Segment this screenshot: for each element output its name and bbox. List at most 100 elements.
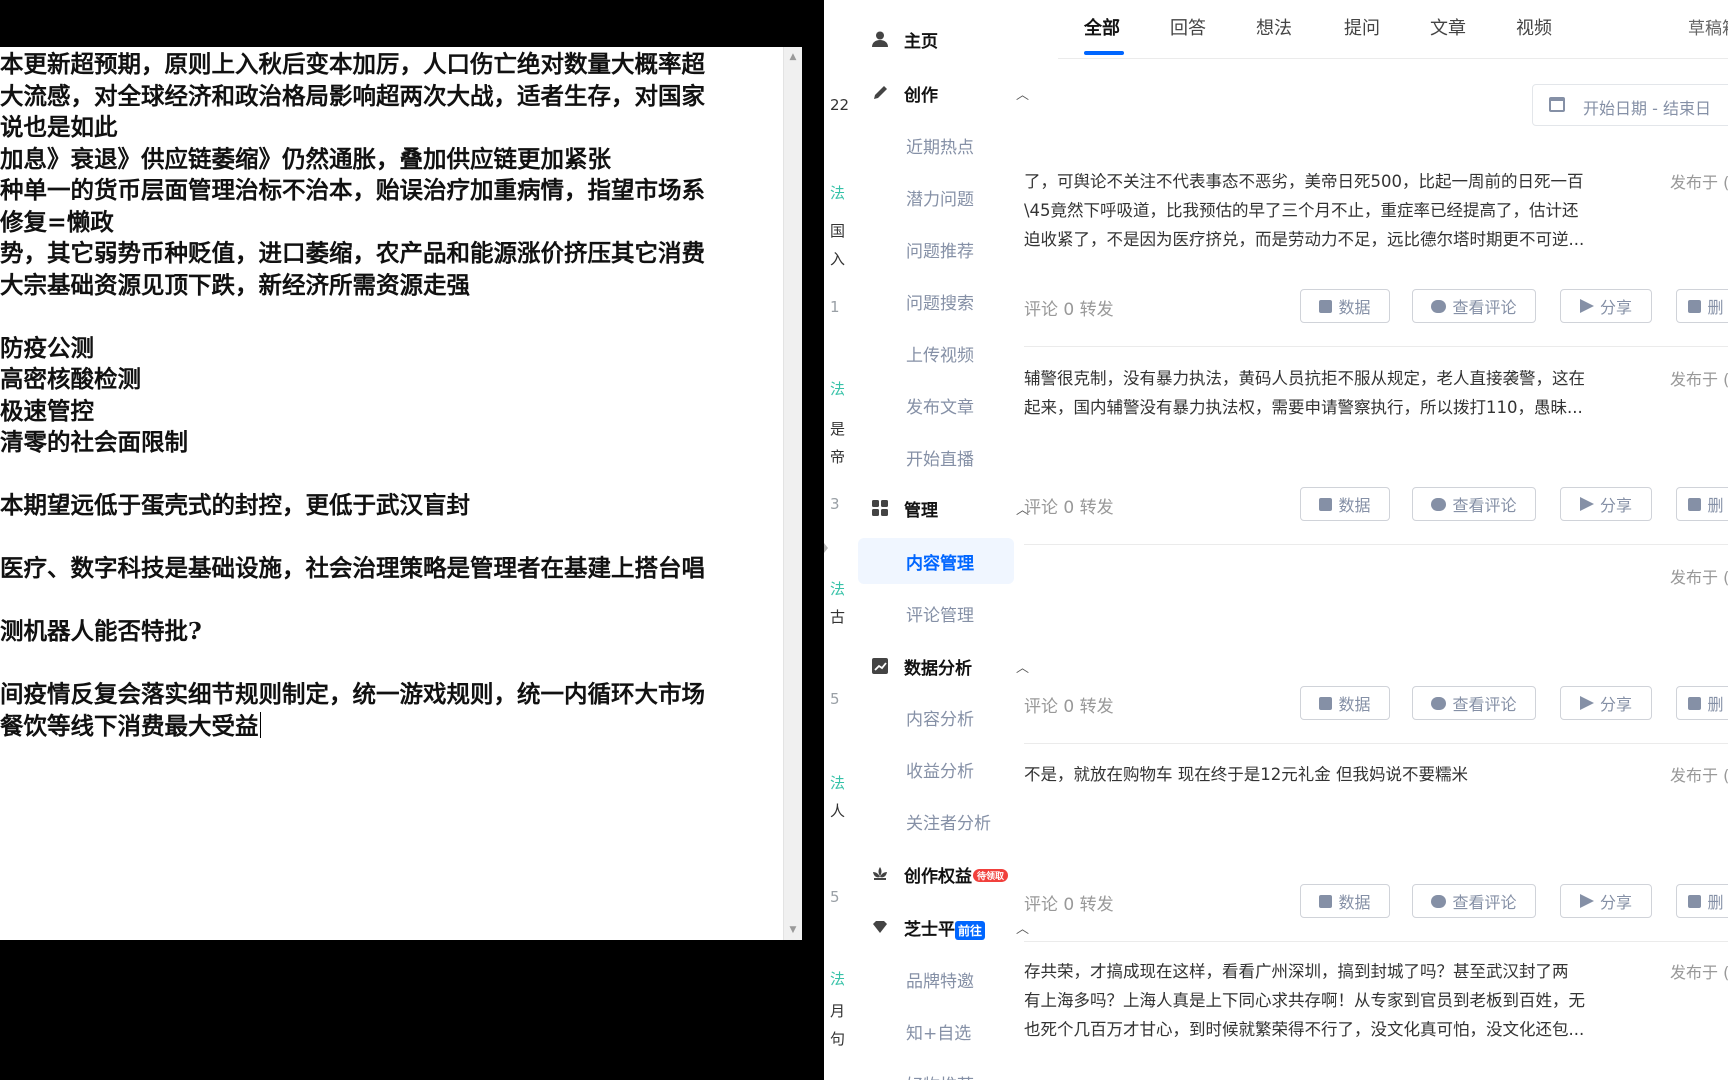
trash-icon — [1688, 299, 1702, 313]
timeline-marker: 国 — [830, 222, 846, 240]
tab[interactable]: 提问 — [1344, 14, 1380, 40]
sidebar-section-analytics[interactable]: 数据分析 ︿ — [856, 643, 1046, 689]
scroll-down-arrow-icon[interactable]: ▼ — [784, 922, 802, 938]
tab[interactable]: 视频 — [1516, 14, 1552, 40]
card-snippet-line[interactable]: 迫收紧了，不是因为医疗挤兑，而是劳动力不足，远比德尔塔时期更不可逆... — [1024, 225, 1624, 254]
card-snippet-line[interactable]: 也死个几百万才甘心，到时候就繁荣得不行了，没文化真可怕，没文化还包... — [1024, 1015, 1624, 1044]
sidebar-subitem[interactable]: 近期热点 — [856, 122, 1046, 168]
tab[interactable]: 全部 — [1084, 14, 1120, 40]
sidebar-subitem[interactable]: 上传视频 — [856, 330, 1046, 376]
share-button[interactable]: 分享 — [1560, 487, 1652, 521]
send-icon — [1579, 497, 1594, 511]
text-editor[interactable]: 本更新超预期，原则上入秋后变本加厉，人口伤亡绝对数量大概率超 大流感，对全球经济和… — [0, 47, 802, 940]
card-snippet-line[interactable]: \45竟然下呼吸道，比我预估的早了三个月不止，重症率已经提高了，估计还 — [1024, 196, 1624, 225]
chart-icon — [1319, 299, 1333, 313]
delete-button[interactable]: 删 — [1676, 686, 1728, 720]
tab[interactable]: 回答 — [1170, 14, 1206, 40]
sidebar-subitem[interactable]: 品牌特邀 — [856, 956, 1046, 1002]
sidebar-subitem-label: 收益分析 — [906, 761, 974, 782]
card-snippet-line[interactable]: 有上海多吗？上海人真是上下同心求共存啊！从专家到官员到老板到百姓，无 — [1024, 986, 1624, 1015]
sidebar-subitem-label: 关注者分析 — [906, 813, 991, 834]
sidebar-item-home[interactable]: 主页 — [856, 16, 1046, 62]
collapse-arrow-icon[interactable] — [824, 543, 828, 553]
view-comments-button[interactable]: 查看评论 — [1412, 686, 1536, 720]
sidebar-subitem[interactable]: 问题搜索 — [856, 278, 1046, 324]
share-button[interactable]: 分享 — [1560, 884, 1652, 918]
trash-icon — [1688, 894, 1702, 908]
rights-badge: 待领取 — [973, 868, 1009, 882]
editor-line: 本期望远低于蛋壳式的封控，更低于武汉盲封 — [0, 491, 470, 519]
sidebar-subitem[interactable]: 关注者分析 — [856, 798, 1046, 844]
sidebar-subitem[interactable]: 问题推荐 — [856, 226, 1046, 272]
diamond-icon — [870, 917, 890, 937]
timeline-marker: 法 — [830, 774, 846, 792]
chevron-up-icon[interactable]: ︿ — [1016, 918, 1029, 937]
sidebar-subitem[interactable]: 好物推荐 — [856, 1060, 1046, 1080]
data-button[interactable]: 数据 — [1300, 884, 1390, 918]
view-comments-button[interactable]: 查看评论 — [1412, 289, 1536, 323]
sidebar-subitem[interactable]: 潜力问题 — [856, 174, 1046, 220]
view-comments-button-label: 查看评论 — [1452, 496, 1517, 515]
card-divider — [1024, 544, 1728, 545]
delete-button[interactable]: 删 — [1676, 487, 1728, 521]
sidebar-subitem-label: 知+自选 — [906, 1023, 972, 1044]
card-snippet-line[interactable]: 起来，国内辅警没有暴力执法权，需要申请警察执行，所以拨打110，愚昧... — [1024, 393, 1624, 422]
share-button-label: 分享 — [1599, 496, 1632, 515]
delete-button[interactable]: 删 — [1676, 884, 1728, 918]
sidebar-subitem[interactable]: 发布文章 — [856, 382, 1046, 428]
sidebar-item-rights[interactable]: 创作权益 待领取 — [856, 851, 1046, 897]
sidebar-section-create[interactable]: 创作 ︿ — [856, 70, 1046, 116]
data-button[interactable]: 数据 — [1300, 686, 1390, 720]
card-divider — [1024, 346, 1728, 347]
share-button[interactable]: 分享 — [1560, 289, 1652, 323]
vertical-scrollbar[interactable]: ▲ ▼ — [783, 47, 802, 940]
date-range-picker[interactable]: 开始日期 - 结束日 — [1532, 84, 1728, 126]
card-snippet-line[interactable]: 了，可舆论不关注不代表事态不恶劣，美帝日死500，比起一周前的日死一百 — [1024, 167, 1624, 196]
sidebar-section-zhishi[interactable]: 芝士平 前往 ︿ — [856, 904, 1046, 950]
view-comments-button[interactable]: 查看评论 — [1412, 884, 1536, 918]
chevron-up-icon[interactable]: ︿ — [1016, 657, 1029, 676]
card-snippet-line[interactable]: 存共荣，才搞成现在这样，看看广州深圳，搞到封城了吗？甚至武汉封了两 — [1024, 957, 1624, 986]
data-button[interactable]: 数据 — [1300, 487, 1390, 521]
scroll-up-arrow-icon[interactable]: ▲ — [784, 49, 802, 65]
timeline-marker: 古 — [830, 608, 846, 626]
trash-icon — [1688, 696, 1702, 710]
data-button[interactable]: 数据 — [1300, 289, 1390, 323]
card-snippet-line[interactable]: 辅警很克制，没有暴力执法，黄码人员抗拒不服从规定，老人直接袭警，这在 — [1024, 364, 1624, 393]
share-button[interactable]: 分享 — [1560, 686, 1652, 720]
drafts-link[interactable]: 草稿箱（1） — [1688, 14, 1728, 39]
view-comments-button[interactable]: 查看评论 — [1412, 487, 1536, 521]
tab[interactable]: 想法 — [1256, 14, 1292, 40]
sidebar-subitem[interactable]: 开始直播 — [856, 434, 1046, 480]
editor-line: 防疫公测 — [0, 333, 94, 362]
tab[interactable]: 文章 — [1430, 14, 1466, 40]
card-snippet-line[interactable]: 不是，就放在购物车 现在终于是12元礼金 但我妈说不要糯米 — [1024, 760, 1624, 789]
share-button-label: 分享 — [1599, 695, 1632, 714]
sidebar-subitem[interactable]: 内容分析 — [856, 694, 1046, 740]
chevron-up-icon[interactable]: ︿ — [1016, 84, 1029, 103]
sidebar-section-manage[interactable]: 管理 ︿ — [856, 485, 1046, 531]
published-time: 发布于 ( — [1670, 370, 1728, 389]
sidebar-label-rights: 创作权益 待领取 — [904, 862, 1009, 887]
editor-text[interactable]: 本更新超预期，原则上入秋后变本加厉，人口伤亡绝对数量大概率超 大流感，对全球经济和… — [0, 49, 784, 742]
sidebar-subitem[interactable]: 收益分析 — [856, 746, 1046, 792]
delete-button-label: 删 — [1707, 893, 1724, 912]
editor-line: 医疗、数字科技是基础设施，社会治理策略是管理者在基建上搭台唱 — [0, 554, 705, 582]
sidebar-subitem[interactable]: 评论管理 — [856, 590, 1046, 636]
published-time: 发布于 ( — [1670, 963, 1728, 982]
timeline-marker: 5 — [830, 690, 840, 708]
delete-button[interactable]: 删 — [1676, 289, 1728, 323]
editor-line: 大宗基础资源见顶下跌，新经济所需资源走强 — [0, 270, 470, 299]
published-time: 发布于 ( — [1670, 766, 1728, 785]
timeline-marker: 人 — [830, 802, 846, 820]
sidebar-subitem-label: 内容分析 — [906, 709, 974, 730]
send-icon — [1579, 299, 1594, 313]
sidebar-subitem[interactable]: 知+自选 — [856, 1008, 1046, 1054]
sidebar-subitem[interactable]: 内容管理 — [858, 538, 1014, 584]
timeline-marker: 22 — [830, 96, 850, 114]
user-icon — [870, 29, 890, 49]
sidebar-subitem-label: 内容管理 — [906, 553, 974, 574]
sidebar-subitem-label: 发布文章 — [906, 397, 974, 418]
data-button-label: 数据 — [1338, 496, 1371, 515]
